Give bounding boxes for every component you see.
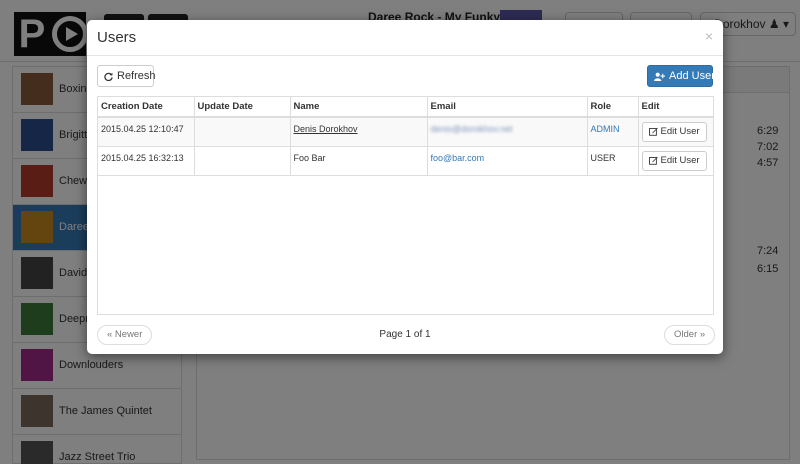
column-header-role[interactable]: Role <box>587 97 639 118</box>
column-header-edit: Edit <box>638 97 713 118</box>
users-table: Creation Date Update Date Name Email Rol… <box>97 96 714 315</box>
cell-name: Foo Bar <box>290 146 428 176</box>
user-email-link[interactable]: foo@bar.com <box>431 153 485 163</box>
add-user-button[interactable]: Add User <box>647 65 715 87</box>
table-row: 2015.04.25 12:10:47 Denis Dorokhov denis… <box>98 117 713 147</box>
newer-page-button[interactable]: « Newer <box>97 325 153 345</box>
refresh-button[interactable]: Refresh <box>97 65 156 87</box>
edit-user-button[interactable]: Edit User <box>641 121 707 142</box>
older-page-button[interactable]: Older » <box>664 325 716 345</box>
column-header-creation-date[interactable]: Creation Date <box>98 97 195 118</box>
edit-user-label: Edit User <box>660 155 700 166</box>
column-header-name[interactable]: Name <box>290 97 428 118</box>
page-indicator: Page 1 of 1 <box>379 329 431 340</box>
add-user-icon <box>654 72 665 81</box>
table-header-row: Creation Date Update Date Name Email Rol… <box>98 97 713 118</box>
cell-edit: Edit User <box>638 117 713 147</box>
add-user-label: Add User <box>669 70 715 82</box>
cell-email: foo@bar.com <box>427 146 588 176</box>
cell-role: USER <box>587 146 639 176</box>
column-header-email[interactable]: Email <box>427 97 588 118</box>
cell-update-date <box>194 117 291 147</box>
user-email-link[interactable]: denis@dorokhov.net <box>431 124 513 134</box>
edit-user-button[interactable]: Edit User <box>641 150 707 171</box>
cell-name: Denis Dorokhov <box>290 117 428 147</box>
edit-icon <box>648 127 658 136</box>
close-icon[interactable]: × <box>705 28 713 44</box>
refresh-label: Refresh <box>117 70 156 82</box>
edit-user-label: Edit User <box>660 126 700 138</box>
user-name-link[interactable]: Denis Dorokhov <box>294 124 358 134</box>
cell-creation-date: 2015.04.25 16:32:13 <box>98 146 195 176</box>
modal-header: Users × <box>87 20 723 56</box>
table-row: 2015.04.25 16:32:13 Foo Bar foo@bar.com … <box>98 146 713 176</box>
cell-creation-date: 2015.04.25 12:10:47 <box>98 117 195 147</box>
edit-icon <box>648 156 658 165</box>
modal-title: Users <box>97 29 137 46</box>
column-header-update-date[interactable]: Update Date <box>194 97 291 118</box>
cell-role: ADMIN <box>587 117 639 147</box>
cell-edit: Edit User <box>638 146 713 176</box>
refresh-icon <box>104 72 113 81</box>
cell-update-date <box>194 146 291 176</box>
cell-email: denis@dorokhov.net <box>427 117 588 147</box>
users-modal: Users × Refresh Add User Creation Date U… <box>87 20 723 354</box>
